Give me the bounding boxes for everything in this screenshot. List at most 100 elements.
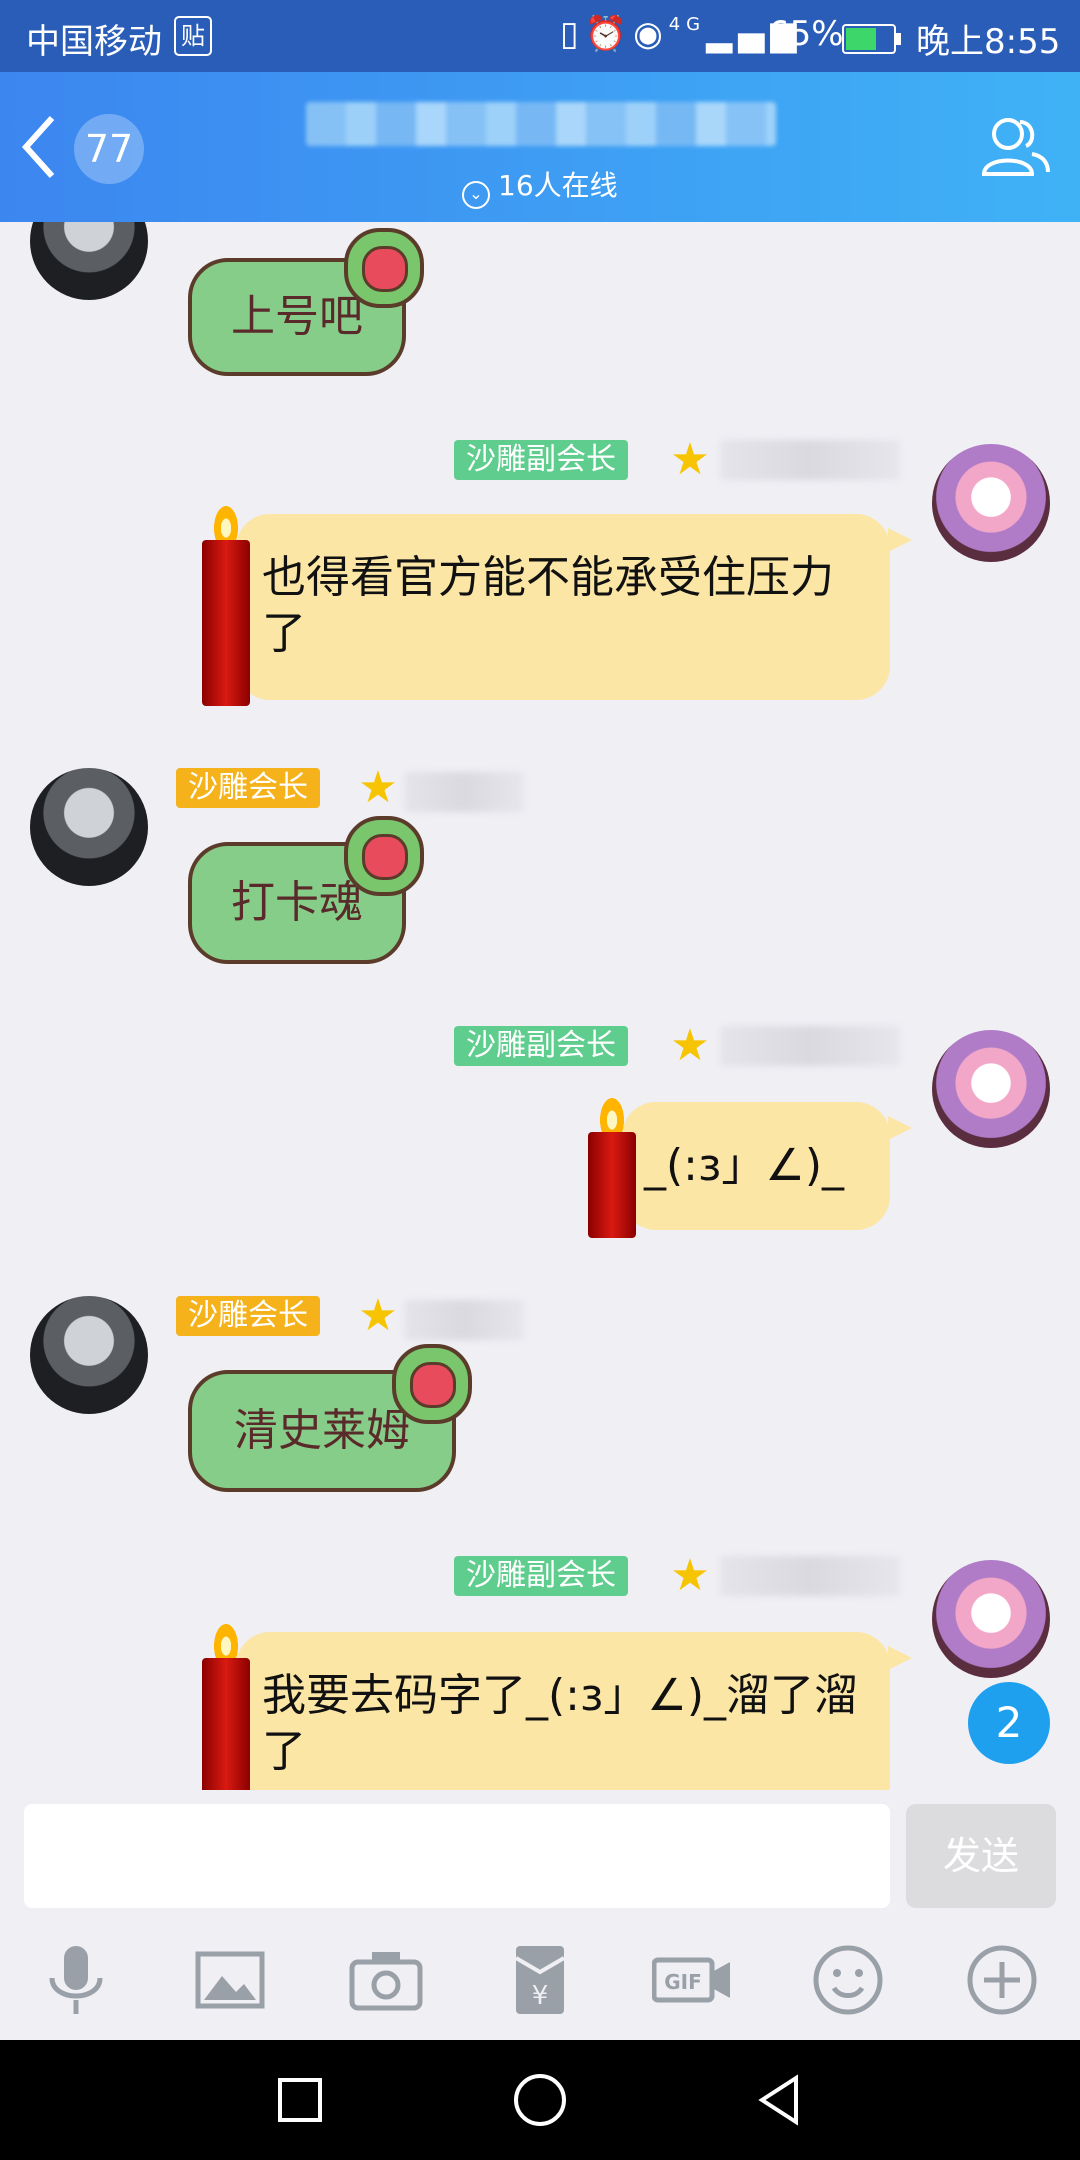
more-button[interactable] [962,1940,1042,2020]
voice-button[interactable] [36,1940,116,2020]
monster-mouth [410,1362,456,1408]
status-icons: ▯⏰◉4G▂▄▆ [560,14,803,54]
home-button[interactable] [510,2070,570,2130]
message-bubble[interactable]: _(:з」∠)_ [622,1102,912,1230]
svg-text:¥: ¥ [532,1981,549,2011]
gif-icon: GIF [651,1957,730,2003]
avatar[interactable] [30,222,148,300]
network-label: 4G [668,14,707,35]
sticker-text: 上号吧 [231,291,363,342]
member-title-tag: 沙雕副会长 [454,440,628,480]
album-button[interactable] [190,1940,270,2020]
triangle-back-icon [758,2074,798,2126]
flame [214,506,238,540]
member-title-tag: 沙雕会长 [176,768,320,808]
level-star-icon: ★ [358,1290,398,1341]
microphone-icon [49,1946,103,2014]
flame [600,1098,624,1132]
red-packet-button[interactable]: ¥ [500,1940,580,2020]
message-bubble[interactable]: 我要去码字了_(:з」∠)_溜了溜了 [236,1632,912,1790]
chevron-down-icon: ⌄ [462,181,490,209]
online-members[interactable]: ⌄ 16人在线 [462,164,618,209]
member-title-tag: 沙雕副会长 [454,1026,628,1066]
group-members-button[interactable] [978,108,1052,182]
candle-body [588,1132,636,1238]
avatar[interactable] [30,1296,148,1414]
monster-icon [392,1344,472,1424]
bubble-tail [888,1646,912,1670]
candle-body [202,1658,250,1790]
group-name-obscured [306,102,776,146]
avatar[interactable] [30,768,148,886]
candle-decoration [588,1098,636,1238]
flame [214,1624,238,1658]
online-count: 16人在线 [498,169,618,202]
avatar[interactable] [932,444,1050,562]
back-button[interactable] [18,112,58,182]
svg-text:GIF: GIF [664,1970,702,1994]
tieba-badge: 贴 [174,16,212,56]
camera-icon [349,1952,423,2011]
monster-mouth [362,246,408,292]
eye-icon: ◉ [633,14,669,54]
vibrate-icon: ▯ [560,14,585,54]
message-bubble[interactable]: 也得看官方能不能承受住压力了 [236,514,912,700]
emoji-icon [813,1945,883,2015]
emoji-button[interactable] [808,1940,888,2020]
nickname-obscured [720,1556,900,1596]
candle-body [202,540,250,706]
level-star-icon: ★ [670,1020,710,1071]
plus-icon [967,1945,1037,2015]
nickname-obscured [720,440,900,480]
gif-button[interactable]: GIF [651,1940,732,2020]
status-bar: 中国移动 贴 ▯⏰◉4G▂▄▆ 65% 晚上8:55 [0,0,1080,72]
message-text: 也得看官方能不能承受住压力了 [262,552,834,659]
back-nav-button[interactable] [750,2070,810,2130]
monster-icon [344,816,424,896]
clock: 晚上8:55 [916,22,1061,62]
bubble-tail [888,1116,912,1140]
candle-decoration [202,506,250,706]
unread-conversations-badge[interactable]: 77 [74,114,144,184]
camera-button[interactable] [346,1940,426,2020]
send-button[interactable]: 发送 [906,1804,1056,1908]
battery-icon [842,24,901,54]
nickname-obscured [404,1300,524,1340]
carrier-label: 中国移动 [26,22,162,62]
input-toolbar: ¥ GIF [0,1920,1080,2040]
member-title-tag: 沙雕副会长 [454,1556,628,1596]
avatar[interactable] [932,1560,1050,1678]
sticker-text: 清史莱姆 [234,1405,410,1456]
level-star-icon: ★ [670,1550,710,1601]
message-text: 我要去码字了_(:з」∠)_溜了溜了 [262,1670,858,1777]
monster-icon [344,228,424,308]
system-navigation-bar [0,2040,1080,2160]
square-icon [278,2078,322,2122]
circle-icon [514,2074,566,2126]
message-text: _(:з」∠)_ [644,1140,844,1191]
chevron-left-icon [21,115,55,179]
battery-fill [846,28,876,50]
alarm-icon: ⏰ [584,14,634,54]
members-icon [981,118,1050,176]
recent-apps-button[interactable] [270,2070,330,2130]
battery-percent: 65% [768,14,844,54]
nickname-obscured [404,772,524,812]
level-star-icon: ★ [358,762,398,813]
bubble-tail [888,528,912,552]
nickname-obscured [720,1026,900,1066]
input-bar: 发送 [0,1790,1080,1920]
level-star-icon: ★ [670,434,710,485]
avatar[interactable] [932,1030,1050,1148]
candle-decoration [202,1624,250,1790]
message-list[interactable]: 上号吧 沙雕副会长 ★ 也得看官方能不能承受住压力了 沙雕会长 ★ 打卡魂 沙雕… [0,222,1080,1790]
monster-mouth [362,834,408,880]
member-title-tag: 沙雕会长 [176,1296,320,1336]
chat-header: 77 ⌄ 16人在线 [0,72,1080,222]
sticker-text: 打卡魂 [231,877,363,928]
message-input[interactable] [24,1804,890,1908]
image-icon [195,1951,265,2009]
red-packet-icon: ¥ [514,1946,566,2014]
new-messages-badge[interactable]: 2 [968,1682,1050,1764]
battery-tip [896,33,901,45]
